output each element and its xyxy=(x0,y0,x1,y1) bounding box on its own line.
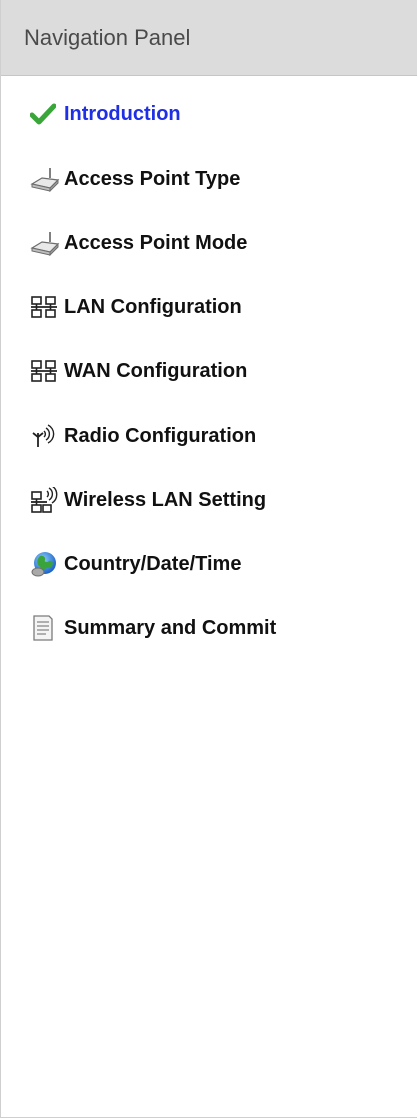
panel-title: Navigation Panel xyxy=(24,24,191,50)
nav-item-lan-configuration[interactable]: LAN Configuration xyxy=(30,291,242,323)
nav-item-wan-configuration[interactable]: WAN Configuration xyxy=(30,355,247,387)
access-point-icon xyxy=(30,164,64,194)
nav-item-introduction[interactable]: Introduction xyxy=(30,98,181,130)
access-point-icon xyxy=(30,228,64,258)
nav-item-label: Country/Date/Time xyxy=(64,552,242,575)
check-icon xyxy=(30,99,64,129)
nav-item-radio-configuration[interactable]: Radio Configuration xyxy=(30,420,256,452)
nav-item-access-point-mode[interactable]: Access Point Mode xyxy=(30,227,247,259)
network-icon xyxy=(30,356,64,386)
nav-item-summary-and-commit[interactable]: Summary and Commit xyxy=(30,612,276,644)
document-icon xyxy=(30,613,64,643)
nav-item-label: Access Point Type xyxy=(64,167,241,190)
panel-header: Navigation Panel xyxy=(1,0,417,76)
nav-item-wireless-lan-setting[interactable]: Wireless LAN Setting xyxy=(30,484,266,516)
nav-item-label: Access Point Mode xyxy=(64,231,248,254)
nav-item-label: Wireless LAN Setting xyxy=(64,488,267,511)
network-icon xyxy=(30,292,64,322)
navigation-panel: Navigation Panel Introduction Access Poi… xyxy=(0,0,417,1118)
nav-item-label: Introduction xyxy=(64,102,181,125)
nav-item-label: Radio Configuration xyxy=(64,424,257,447)
nav-item-label: Summary and Commit xyxy=(64,616,277,639)
nav-item-country-date-time[interactable]: Country/Date/Time xyxy=(30,548,241,580)
nav-item-label: WAN Configuration xyxy=(64,359,248,382)
globe-icon xyxy=(30,549,64,579)
nav-item-label: LAN Configuration xyxy=(64,295,242,318)
nav-item-access-point-type[interactable]: Access Point Type xyxy=(30,163,240,195)
wireless-network-icon xyxy=(30,485,64,515)
antenna-icon xyxy=(30,421,64,451)
